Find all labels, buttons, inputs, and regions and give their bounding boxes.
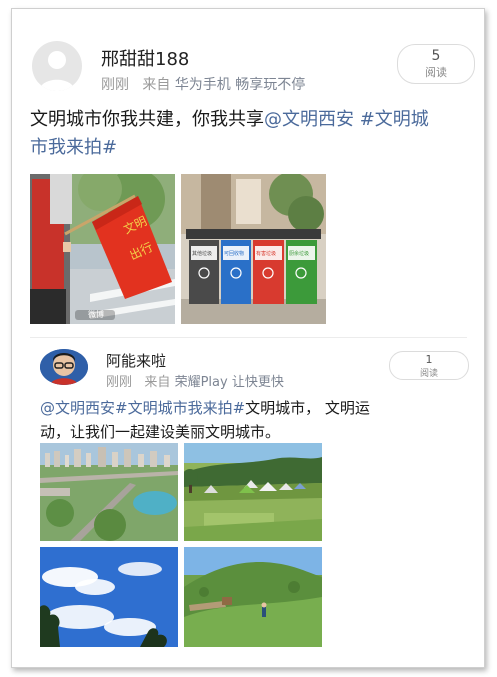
bin-label-hazardous: 有害垃圾: [256, 251, 277, 257]
avatar-default[interactable]: [32, 41, 82, 91]
post1-time: 刚刚: [101, 77, 129, 93]
post1-text: 文明城市你我共建，你我共享@文明西安 #文明城 市我来拍#: [30, 106, 470, 162]
post1-hashtag-link-part1[interactable]: #文明城: [354, 109, 429, 130]
post1-text-line2: 市我来拍#: [30, 134, 470, 162]
post2-read-counter: 1 阅读: [389, 351, 469, 380]
post2-read-count: 1: [425, 353, 433, 366]
post1-image-trash-bins[interactable]: 其他垃圾 可回收物 有害垃圾 厨余垃圾: [181, 174, 326, 324]
post2-text: @文明西安#文明城市我来拍#文明城市， 文明运 动，让我们一起建设美丽文明城市。: [40, 396, 470, 444]
post1-read-label: 阅读: [425, 66, 447, 79]
post2-read-label: 阅读: [419, 369, 438, 379]
post2-from-label: 来自: [144, 375, 171, 390]
post1-hashtag-link-part2[interactable]: 市我来拍#: [30, 137, 117, 158]
post1-text-line1: 文明城市你我共建，你我共享@文明西安 #文明城: [30, 106, 470, 134]
default-avatar-icon: [39, 51, 75, 91]
post1-image-volunteer-flag[interactable]: 文明 出行 微博: [30, 174, 175, 324]
post2-text-plain-1: 文明城市， 文明运: [245, 399, 370, 417]
post1-username[interactable]: 邢甜甜188: [101, 45, 189, 71]
bin-label-other: 其他垃圾: [192, 251, 213, 257]
post1-meta: 刚刚 来自 华为手机 畅享玩不停: [101, 74, 305, 94]
post2-username[interactable]: 阿能来啦: [106, 350, 166, 371]
post1-mention-link[interactable]: @文明西安: [264, 109, 354, 130]
post2-image-green-hill[interactable]: [184, 547, 322, 647]
post1-image1-watermark: 微博: [88, 310, 104, 319]
post2-avatar[interactable]: [40, 349, 88, 385]
post2-image-camping-tents[interactable]: [184, 443, 322, 541]
post1-read-counter: 5 阅读: [397, 44, 475, 84]
bin-label-kitchen: 厨余垃圾: [289, 251, 310, 257]
post2-time: 刚刚: [106, 375, 133, 390]
post1-from-label: 来自: [142, 77, 171, 93]
post1-text-plain: 文明城市你我共建，你我共享: [30, 109, 264, 130]
post2-tags-link[interactable]: @文明西安#文明城市我来拍#: [40, 399, 245, 417]
bin-label-recyclable: 可回收物: [224, 251, 245, 257]
post1-source-link[interactable]: 华为手机 畅享玩不停: [175, 77, 305, 93]
post2-text-line2: 动，让我们一起建设美丽文明城市。: [40, 420, 470, 444]
post1-read-count: 5: [431, 48, 441, 64]
post2-source-link[interactable]: 荣耀Play 让快更快: [175, 375, 284, 390]
post2-text-plain-2: 动，让我们一起建设美丽文明城市。: [40, 423, 281, 441]
post2-text-line1: @文明西安#文明城市我来拍#文明城市， 文明运: [40, 396, 470, 420]
post2-meta: 刚刚 来自 荣耀Play 让快更快: [106, 371, 284, 390]
post2-image-city-aerial[interactable]: [40, 443, 178, 541]
post2-image-blue-sky[interactable]: [40, 547, 178, 647]
post-divider: [30, 337, 467, 338]
